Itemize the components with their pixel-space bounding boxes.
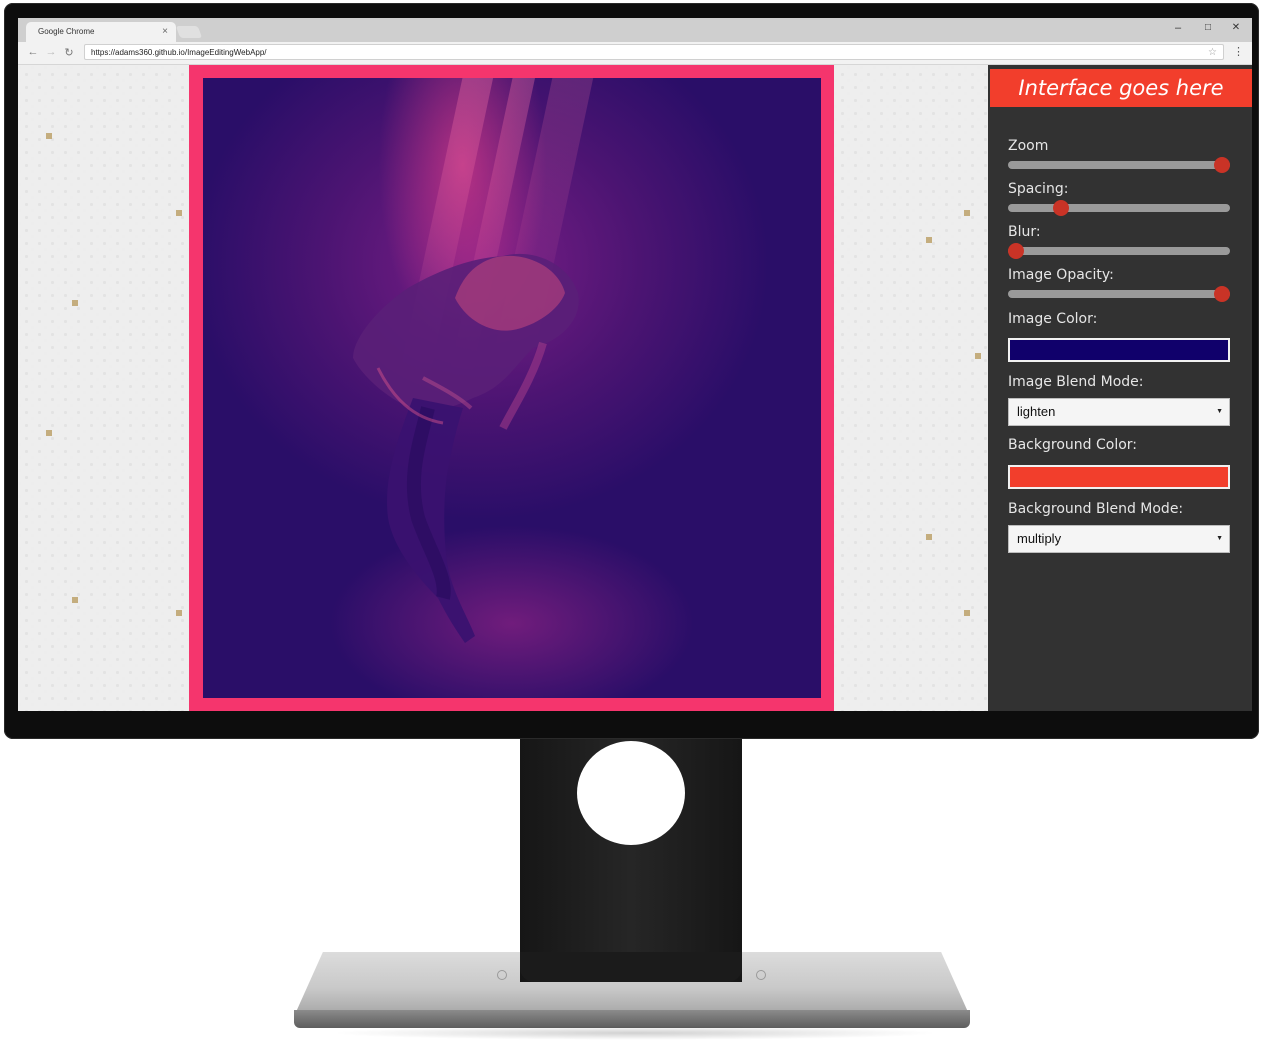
pattern-background-left (18, 65, 189, 711)
browser-toolbar: ← → ↻ https://adams360.github.io/ImageEd… (18, 42, 1252, 65)
panel-title: Interface goes here (990, 69, 1252, 107)
gold-square (46, 430, 52, 436)
gold-square (926, 237, 932, 243)
stand-shadow (330, 1026, 940, 1040)
blur-slider[interactable] (1008, 243, 1230, 259)
image-frame (189, 65, 834, 711)
minimize-icon[interactable]: – (1168, 22, 1188, 34)
image-opacity-slider-thumb[interactable] (1214, 286, 1230, 302)
gold-square (926, 534, 932, 540)
screw-icon (497, 970, 507, 980)
control-panel: Interface goes here Zoom Spacing: Blur: … (988, 65, 1252, 711)
gold-square (72, 300, 78, 306)
zoom-slider[interactable] (1008, 157, 1230, 173)
tab-close-icon[interactable]: × (162, 22, 168, 42)
background-color-label: Background Color: (1008, 437, 1137, 453)
spacing-label: Spacing: (1008, 181, 1069, 197)
gold-square (964, 210, 970, 216)
reload-icon[interactable]: ↻ (62, 46, 76, 59)
browser-tab[interactable]: Google Chrome × (26, 22, 176, 42)
image-opacity-label: Image Opacity: (1008, 267, 1114, 283)
screw-icon (756, 970, 766, 980)
image-color-label: Image Color: (1008, 311, 1098, 327)
chevron-down-icon: ▼ (1216, 408, 1223, 415)
blur-slider-thumb[interactable] (1008, 243, 1024, 259)
background-color-picker[interactable] (1008, 465, 1230, 489)
pattern-background-right (834, 65, 988, 711)
edited-image[interactable] (203, 78, 821, 698)
image-opacity-slider[interactable] (1008, 286, 1230, 302)
address-bar[interactable]: https://adams360.github.io/ImageEditingW… (84, 44, 1224, 60)
url-text: https://adams360.github.io/ImageEditingW… (91, 48, 267, 57)
web-page: Interface goes here Zoom Spacing: Blur: … (18, 65, 1252, 711)
image-blend-mode-label: Image Blend Mode: (1008, 374, 1144, 390)
browser-menu-icon[interactable]: ⋮ (1233, 45, 1244, 58)
gold-square (176, 610, 182, 616)
monitor-bezel: Google Chrome × – □ ✕ ← → ↻ https://adam… (4, 3, 1259, 739)
gold-square (176, 210, 182, 216)
back-icon[interactable]: ← (26, 46, 40, 58)
background-blend-mode-select[interactable]: multiply ▼ (1008, 525, 1230, 553)
bookmark-star-icon[interactable]: ☆ (1208, 45, 1217, 61)
image-blend-mode-value: lighten (1017, 404, 1056, 419)
gold-square (964, 610, 970, 616)
new-tab-button[interactable] (175, 26, 203, 38)
background-blend-mode-value: multiply (1017, 531, 1062, 546)
chevron-down-icon: ▼ (1216, 535, 1223, 542)
monitor-screen: Google Chrome × – □ ✕ ← → ↻ https://adam… (18, 18, 1252, 711)
tab-title: Google Chrome (38, 27, 95, 36)
zoom-slider-thumb[interactable] (1214, 157, 1230, 173)
forward-icon[interactable]: → (44, 46, 58, 58)
close-window-icon[interactable]: ✕ (1226, 22, 1246, 33)
gold-square (72, 597, 78, 603)
maximize-icon[interactable]: □ (1198, 22, 1218, 33)
image-blend-mode-select[interactable]: lighten ▼ (1008, 398, 1230, 426)
gold-square (975, 353, 981, 359)
browser-titlebar: Google Chrome × – □ ✕ (18, 18, 1252, 42)
cable-management-hole (577, 741, 685, 845)
spacing-slider[interactable] (1008, 200, 1230, 216)
dot-grid (18, 65, 189, 711)
spacing-slider-thumb[interactable] (1053, 200, 1070, 216)
gold-square (46, 133, 52, 139)
background-blend-mode-label: Background Blend Mode: (1008, 501, 1184, 517)
monitor-stand-foot (520, 952, 742, 982)
image-color-picker[interactable] (1008, 338, 1230, 362)
zoom-label: Zoom (1008, 138, 1049, 154)
blur-label: Blur: (1008, 224, 1041, 240)
